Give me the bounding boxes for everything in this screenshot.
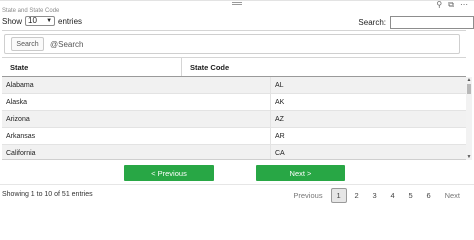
scroll-down-icon[interactable]: ▼	[466, 154, 472, 160]
page-length-select[interactable]: 10 ▼	[25, 16, 56, 26]
entries-label: entries	[58, 16, 83, 26]
visual-title: State and State Code	[2, 8, 60, 14]
visual-header-icons: ⚲ ⧉ ⋯	[436, 1, 468, 9]
previous-button[interactable]: < Previous	[124, 165, 214, 181]
show-label: Show	[2, 16, 23, 26]
report-visual: ⚲ ⧉ ⋯ State and State Code Show 10 ▼ ent…	[0, 0, 474, 219]
pagination-previous[interactable]: Previous	[287, 188, 328, 203]
cell-state: California	[6, 149, 36, 157]
page-button-5[interactable]: 5	[403, 188, 419, 203]
cell-state: Alaska	[6, 98, 28, 106]
search-input[interactable]	[390, 16, 474, 29]
more-icon[interactable]: ⋯	[460, 1, 468, 9]
table-row[interactable]: California CA	[2, 145, 466, 159]
drag-handle-icon[interactable]	[232, 2, 242, 5]
cell-state: Arkansas	[6, 132, 36, 140]
cell-state-code: AK	[270, 94, 466, 110]
length-control: Show 10 ▼ entries	[2, 16, 82, 26]
pagination: Previous 1 2 3 4 5 6 Next	[285, 187, 466, 203]
cell-state: Arizona	[6, 115, 30, 123]
page-button-2[interactable]: 2	[349, 188, 365, 203]
page-button-3[interactable]: 3	[367, 188, 383, 203]
table-row[interactable]: Alaska AK	[2, 94, 466, 111]
page-length-value: 10	[28, 16, 37, 25]
cell-state-code: CA	[270, 145, 466, 159]
pin-icon[interactable]: ⚲	[436, 1, 442, 9]
page-button-4[interactable]: 4	[385, 188, 401, 203]
visual-top-bar: ⚲ ⧉ ⋯	[0, 0, 474, 9]
scrollbar-thumb[interactable]	[467, 84, 471, 94]
entries-info: Showing 1 to 10 of 51 entries	[2, 191, 93, 198]
page-button-1[interactable]: 1	[330, 187, 347, 203]
cell-state-code: AL	[270, 77, 466, 93]
page-button-6[interactable]: 6	[421, 188, 437, 203]
next-button[interactable]: Next >	[256, 165, 345, 181]
column-header-state-code[interactable]: State Code	[182, 58, 466, 76]
table-body: Alabama AL Alaska AK Arizona AZ Arkansas…	[2, 77, 466, 160]
table-row[interactable]: Arkansas AR	[2, 128, 466, 145]
search-bar: Search @Search	[4, 34, 460, 54]
table-search: Search:	[358, 16, 474, 29]
cell-state-code: AZ	[270, 111, 466, 127]
pagination-next[interactable]: Next	[439, 188, 466, 203]
search-field[interactable]: @Search	[47, 37, 456, 51]
table-scrollbar[interactable]: ▲ ▼	[466, 77, 472, 160]
scroll-up-icon[interactable]: ▲	[466, 77, 472, 83]
divider	[0, 184, 474, 185]
table-row[interactable]: Alabama AL	[2, 77, 466, 94]
search-button[interactable]: Search	[11, 37, 44, 51]
table-row[interactable]: Arizona AZ	[2, 111, 466, 128]
table-header: State State Code	[2, 58, 466, 77]
cell-state: Alabama	[6, 81, 34, 89]
chevron-down-icon: ▼	[46, 18, 53, 24]
cell-state-code: AR	[270, 128, 466, 144]
nav-buttons: < Previous Next >	[0, 165, 474, 182]
expand-icon[interactable]: ⧉	[448, 1, 454, 9]
divider	[2, 30, 466, 31]
search-label: Search:	[358, 18, 386, 27]
column-header-state[interactable]: State	[2, 58, 182, 76]
